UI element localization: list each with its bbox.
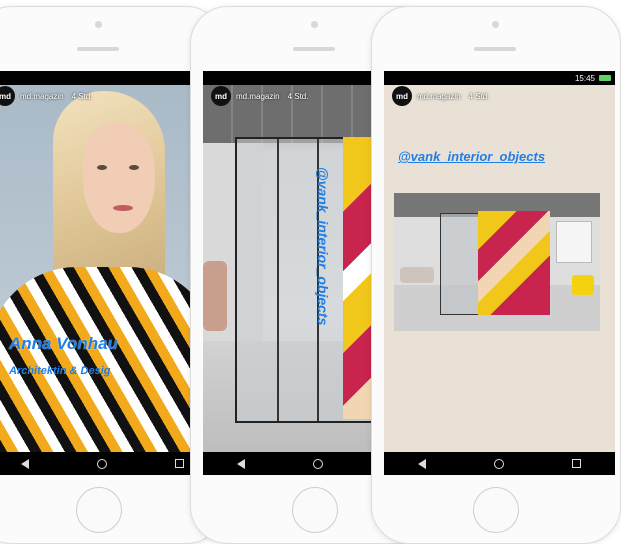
mention-link[interactable]: @vank_interior_objects <box>398 149 545 164</box>
home-button[interactable] <box>292 487 338 533</box>
story-screen-3[interactable]: 15:45 md md.magazin 4 Std. @vank_interio… <box>384 71 615 475</box>
portrait-eye-left <box>97 165 107 170</box>
front-camera <box>492 21 499 28</box>
recent-apps-icon[interactable] <box>572 459 581 468</box>
back-icon[interactable] <box>21 458 29 469</box>
vertical-mention-text[interactable]: @vank_interior_objects <box>309 167 331 397</box>
earpiece-speaker <box>474 47 516 51</box>
account-name[interactable]: md.magazin <box>236 92 280 101</box>
home-button[interactable] <box>473 487 519 533</box>
story-age: 4 Std. <box>468 91 490 101</box>
battery-icon <box>599 75 611 81</box>
booth-frame <box>277 139 279 421</box>
back-icon[interactable] <box>237 458 245 469</box>
phone-frame-3: 15:45 md md.magazin 4 Std. @vank_interio… <box>371 6 621 544</box>
showroom-photo <box>394 193 600 331</box>
story-header: md md.magazin 4 Std. <box>0 86 92 106</box>
portrait-eye-right <box>129 165 139 170</box>
home-icon[interactable] <box>97 458 107 469</box>
portrait-lips <box>113 205 133 211</box>
account-name[interactable]: md.magazin <box>417 92 461 101</box>
avatar[interactable]: md <box>392 86 412 106</box>
home-icon[interactable] <box>494 458 504 469</box>
photo-yellow-chair <box>572 275 594 295</box>
android-nav-bar <box>0 452 218 475</box>
back-icon[interactable] <box>418 458 426 469</box>
home-icon[interactable] <box>313 458 323 469</box>
front-camera <box>95 21 102 28</box>
portrait-face <box>83 123 155 233</box>
home-button[interactable] <box>76 487 122 533</box>
avatar[interactable]: md <box>0 86 15 106</box>
story-header: md md.magazin 4 Std. <box>392 86 489 106</box>
lounge-chair <box>203 261 227 331</box>
story-age: 4 Std. <box>287 91 309 101</box>
status-bar <box>0 71 218 85</box>
status-time: 15:45 <box>574 73 595 83</box>
story-role-text: Architektin & Desig <box>9 365 111 377</box>
android-nav-bar <box>384 452 615 475</box>
recent-apps-icon[interactable] <box>175 459 184 468</box>
earpiece-speaker <box>77 47 119 51</box>
status-bar: 15:45 <box>384 71 615 85</box>
story-name-text: Anna Vonhau <box>9 334 118 353</box>
photo-mural <box>478 211 550 315</box>
account-name[interactable]: md.magazin <box>20 92 64 101</box>
avatar[interactable]: md <box>211 86 231 106</box>
story-header: md md.magazin 4 Std. <box>211 86 308 106</box>
story-age: 4 Std. <box>71 91 93 101</box>
front-camera <box>311 21 318 28</box>
photo-window <box>556 221 592 263</box>
earpiece-speaker <box>293 47 335 51</box>
story-screen-1[interactable]: md md.magazin 4 Std. Anna Vonhau Archite… <box>0 71 218 475</box>
photo-sofa <box>400 267 434 283</box>
